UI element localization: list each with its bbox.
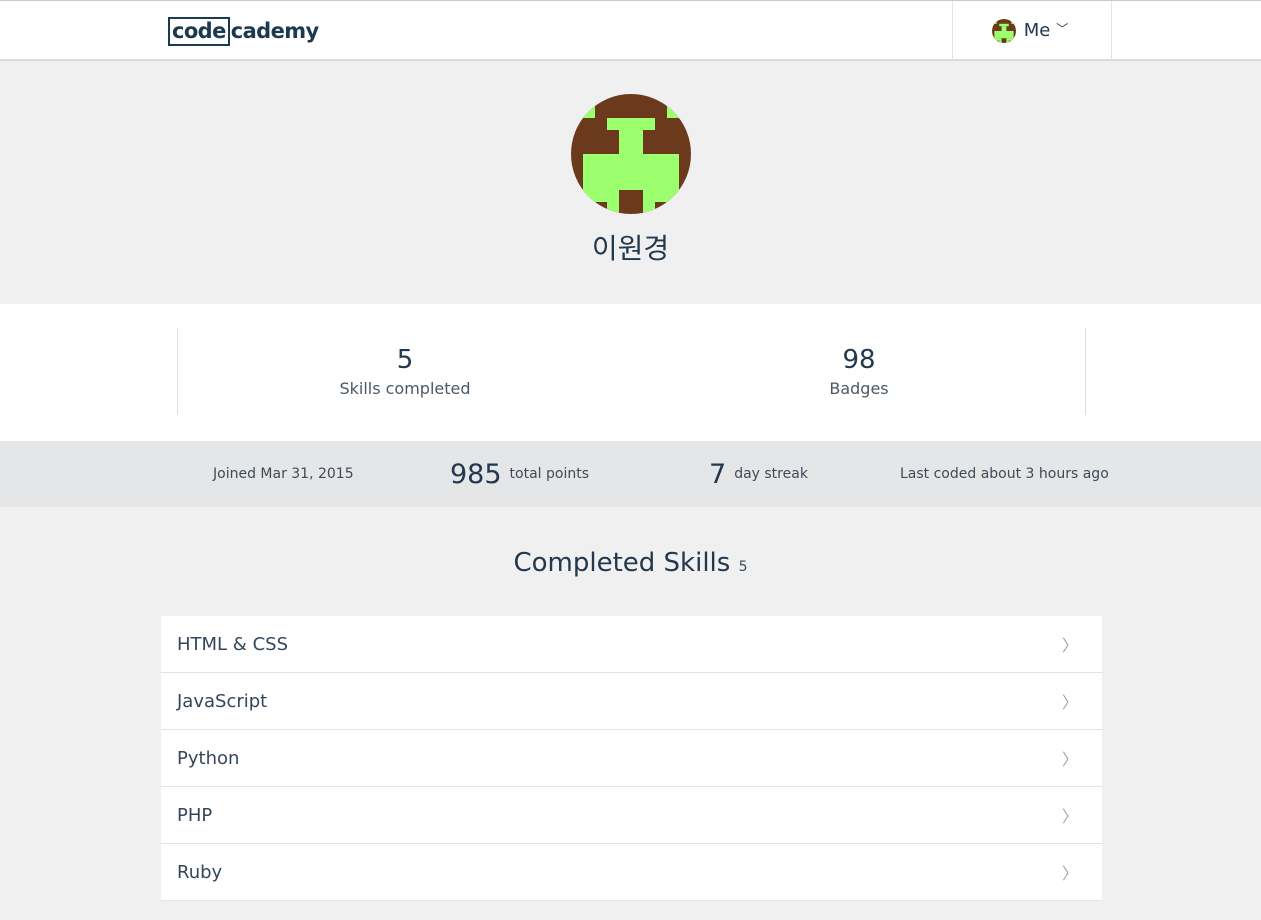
skill-label: Python — [177, 747, 240, 769]
logo-cademy-text: cademy — [230, 18, 319, 43]
joined-text: Joined Mar 31, 2015 — [213, 466, 354, 482]
stat-value: 98 — [842, 345, 876, 375]
chevron-down-icon: ﹀ — [1056, 22, 1069, 36]
top-navbar: code cademy Me ﹀ — [0, 0, 1261, 61]
profile-avatar — [571, 94, 691, 214]
skill-label: HTML & CSS — [177, 633, 288, 655]
chevron-right-icon: 〉 — [1061, 693, 1078, 712]
stat-value: 5 — [396, 345, 414, 375]
chevron-right-icon: 〉 — [1061, 807, 1078, 826]
me-menu-button[interactable]: Me ﹀ — [952, 1, 1112, 60]
section-count: 5 — [738, 559, 748, 575]
completed-skills-heading: Completed Skills 5 — [0, 548, 1261, 578]
points-value: 985 — [450, 458, 502, 490]
pixel-avatar-icon — [991, 18, 1016, 43]
stat-label: Skills completed — [339, 379, 471, 398]
profile-name: 이원경 — [591, 232, 670, 265]
points-label: total points — [509, 466, 590, 482]
skill-item-javascript[interactable]: JavaScript 〉 — [161, 673, 1102, 730]
codecademy-logo[interactable]: code cademy — [168, 16, 319, 46]
section-title-text: Completed Skills — [513, 548, 731, 578]
streak-label: day streak — [734, 466, 808, 482]
me-label: Me — [1023, 20, 1051, 41]
skill-item-python[interactable]: Python 〉 — [161, 730, 1102, 787]
stat-skills-completed[interactable]: 5 Skills completed — [178, 345, 632, 398]
skill-item-ruby[interactable]: Ruby 〉 — [161, 844, 1102, 901]
chevron-right-icon: 〉 — [1061, 864, 1078, 883]
info-bar: Joined Mar 31, 2015 985 total points 7 d… — [0, 441, 1261, 507]
chevron-right-icon: 〉 — [1061, 750, 1078, 769]
skills-list: HTML & CSS 〉 JavaScript 〉 Python 〉 PHP 〉… — [161, 616, 1102, 901]
skill-label: Ruby — [177, 861, 223, 883]
stat-badges[interactable]: 98 Badges — [632, 345, 1086, 398]
chevron-right-icon: 〉 — [1061, 636, 1078, 655]
stats-container: 5 Skills completed 98 Badges — [177, 328, 1086, 415]
profile-hero: 이원경 — [0, 61, 1261, 304]
joined-date: Joined Mar 31, 2015 — [213, 441, 354, 507]
skill-item-php[interactable]: PHP 〉 — [161, 787, 1102, 844]
day-streak: 7 day streak — [709, 441, 808, 507]
logo-code-box: code — [168, 16, 230, 46]
skill-label: PHP — [177, 804, 213, 826]
stats-row: 5 Skills completed 98 Badges — [0, 304, 1261, 441]
skill-label: JavaScript — [177, 690, 268, 712]
stat-label: Badges — [829, 379, 889, 398]
last-coded: Last coded about 3 hours ago — [900, 441, 1109, 507]
streak-value: 7 — [709, 458, 727, 490]
skill-item-html-css[interactable]: HTML & CSS 〉 — [161, 616, 1102, 673]
last-coded-text: Last coded about 3 hours ago — [900, 466, 1109, 482]
total-points: 985 total points — [450, 441, 589, 507]
